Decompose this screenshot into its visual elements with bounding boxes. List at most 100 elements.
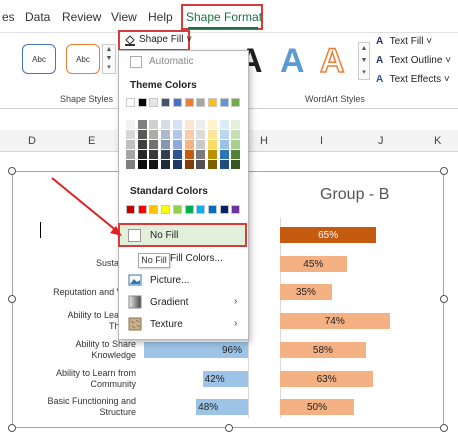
shape-fill-button[interactable]: Shape Fill ˅ [139, 34, 192, 45]
resize-handle-middle-right[interactable] [440, 295, 448, 303]
text-fill-button[interactable]: A Text Fill ˅ [376, 36, 432, 47]
text-outline-button[interactable]: A Text Outline ˅ [376, 55, 451, 66]
theme-shade-swatch[interactable] [137, 150, 147, 159]
theme-shade-swatch[interactable] [149, 140, 159, 149]
theme-shade-swatch[interactable] [126, 150, 135, 159]
theme-shade-swatch[interactable] [149, 130, 159, 139]
more-fill-colors-option[interactable]: Fill Colors... [170, 253, 223, 264]
tab-view[interactable]: View [111, 10, 137, 24]
theme-shade-swatch[interactable] [137, 160, 147, 169]
theme-shade-swatch[interactable] [231, 150, 241, 159]
theme-shade-swatch[interactable] [184, 140, 194, 149]
column-header-i[interactable]: I [320, 135, 323, 147]
column-header-e[interactable]: E [88, 135, 95, 147]
theme-shade-swatch[interactable] [207, 160, 217, 169]
theme-shade-swatch[interactable] [126, 130, 135, 139]
picture-option[interactable]: Picture... [150, 275, 189, 286]
theme-shade-swatch[interactable] [126, 140, 135, 149]
theme-color-swatch[interactable] [207, 98, 217, 107]
text-effects-button[interactable]: A Text Effects ˅ [376, 74, 450, 85]
column-header-k[interactable]: K [434, 135, 441, 147]
theme-shade-swatch[interactable] [126, 160, 135, 169]
resize-handle-middle-left[interactable] [8, 295, 16, 303]
resize-handle-bottom-right[interactable] [440, 424, 448, 432]
theme-color-swatch[interactable] [172, 98, 182, 107]
theme-shade-swatch[interactable] [149, 160, 159, 169]
resize-handle-top-right[interactable] [440, 167, 448, 175]
gradient-option[interactable]: Gradient [150, 297, 188, 308]
wordart-scroll[interactable]: ▲ ▼ ▾ [358, 42, 370, 80]
resize-handle-bottom-middle[interactable] [225, 424, 233, 432]
theme-color-swatch[interactable] [196, 98, 206, 107]
theme-shade-swatch[interactable] [184, 160, 194, 169]
theme-shade-swatch[interactable] [196, 160, 206, 169]
theme-shade-swatch[interactable] [231, 120, 241, 129]
tab-shape-format[interactable]: Shape Format [186, 10, 262, 24]
tab-review[interactable]: Review [62, 10, 101, 24]
resize-handle-top-left[interactable] [8, 167, 16, 175]
texture-option[interactable]: Texture [150, 319, 183, 330]
no-fill-label[interactable]: No Fill [150, 230, 178, 241]
theme-shade-swatch[interactable] [184, 120, 194, 129]
column-header-h[interactable]: H [260, 135, 268, 147]
theme-shade-swatch[interactable] [161, 160, 171, 169]
theme-shade-swatch[interactable] [172, 130, 182, 139]
theme-shade-swatch[interactable] [161, 130, 171, 139]
wordart-style-blue[interactable]: A [280, 42, 305, 81]
theme-shade-swatch[interactable] [184, 130, 194, 139]
theme-shade-swatch[interactable] [231, 130, 241, 139]
standard-color-swatch[interactable] [207, 205, 217, 214]
theme-shade-swatch[interactable] [184, 150, 194, 159]
tab-partial[interactable]: es [2, 10, 15, 24]
wordart-style-orange-outline[interactable]: A [319, 41, 345, 81]
theme-shade-swatch[interactable] [137, 140, 147, 149]
shape-style-orange[interactable]: Abc [66, 44, 100, 74]
column-header-d[interactable]: D [28, 135, 36, 147]
theme-shade-swatch[interactable] [126, 120, 135, 129]
standard-color-swatch[interactable] [231, 205, 241, 214]
theme-shade-swatch[interactable] [196, 150, 206, 159]
shape-styles-scroll[interactable]: ▲ ▼ ▾ [102, 44, 116, 74]
standard-color-swatch[interactable] [149, 205, 159, 214]
standard-color-swatch[interactable] [184, 205, 194, 214]
theme-shade-swatch[interactable] [219, 130, 229, 139]
theme-color-swatch[interactable] [126, 98, 135, 107]
theme-shade-swatch[interactable] [207, 130, 217, 139]
theme-color-swatch[interactable] [231, 98, 241, 107]
theme-shade-swatch[interactable] [196, 130, 206, 139]
theme-shade-swatch[interactable] [219, 150, 229, 159]
theme-shade-swatch[interactable] [137, 120, 147, 129]
standard-color-swatch[interactable] [219, 205, 229, 214]
theme-color-swatch[interactable] [137, 98, 147, 107]
theme-shade-swatch[interactable] [149, 120, 159, 129]
theme-shade-swatch[interactable] [161, 150, 171, 159]
standard-color-swatch[interactable] [172, 205, 182, 214]
theme-shade-swatch[interactable] [207, 140, 217, 149]
theme-shade-swatch[interactable] [172, 160, 182, 169]
resize-handle-bottom-left[interactable] [8, 424, 16, 432]
tab-data[interactable]: Data [25, 10, 50, 24]
theme-shade-swatch[interactable] [219, 140, 229, 149]
theme-shade-swatch[interactable] [161, 140, 171, 149]
theme-shade-swatch[interactable] [172, 150, 182, 159]
theme-shade-swatch[interactable] [137, 130, 147, 139]
standard-color-swatch[interactable] [196, 205, 206, 214]
theme-shade-swatch[interactable] [196, 120, 206, 129]
theme-color-swatch[interactable] [219, 98, 229, 107]
theme-shade-swatch[interactable] [161, 120, 171, 129]
theme-shade-swatch[interactable] [219, 120, 229, 129]
theme-shade-swatch[interactable] [196, 140, 206, 149]
shape-style-blue[interactable]: Abc [22, 44, 56, 74]
tab-help[interactable]: Help [148, 10, 173, 24]
standard-color-swatch[interactable] [161, 205, 171, 214]
theme-shade-swatch[interactable] [207, 120, 217, 129]
theme-shade-swatch[interactable] [231, 140, 241, 149]
theme-color-swatch[interactable] [161, 98, 171, 107]
theme-shade-swatch[interactable] [172, 140, 182, 149]
theme-shade-swatch[interactable] [149, 150, 159, 159]
theme-shade-swatch[interactable] [172, 120, 182, 129]
theme-color-swatch[interactable] [184, 98, 194, 107]
standard-color-swatch[interactable] [126, 205, 135, 214]
theme-shade-swatch[interactable] [207, 150, 217, 159]
theme-shade-swatch[interactable] [231, 160, 241, 169]
